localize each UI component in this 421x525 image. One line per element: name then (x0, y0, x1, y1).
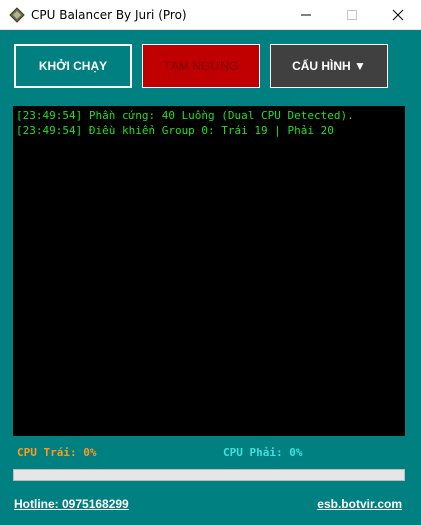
maximize-icon (347, 10, 357, 20)
minimize-button[interactable] (283, 0, 329, 30)
log-line: [23:49:54] Điều khiển Group 0: Trái 19 |… (16, 124, 334, 137)
window-title: CPU Balancer By Juri (Pro) (31, 8, 187, 22)
log-line: [23:49:54] Phần cứng: 40 Luồng (Dual CPU… (16, 109, 354, 122)
cpu-right-status: CPU Phải: 0% (223, 446, 303, 459)
hotline-link[interactable]: Hotline: 0975168299 (14, 497, 129, 511)
start-button[interactable]: KHỞI CHẠY (14, 44, 132, 88)
title-bar[interactable]: CPU Balancer By Juri (Pro) (0, 0, 421, 30)
app-icon (9, 7, 25, 23)
website-link[interactable]: esb.botvir.com (317, 497, 402, 511)
cpu-progress-bar (13, 469, 405, 481)
minimize-icon (301, 14, 311, 16)
maximize-button[interactable] (329, 0, 375, 30)
cpu-left-status: CPU Trái: 0% (17, 446, 97, 459)
config-dropdown-button[interactable]: CẤU HÌNH ▼ (270, 44, 388, 88)
pause-button[interactable]: TẠM NGƯNG (142, 44, 260, 88)
main-panel: KHỞI CHẠY TẠM NGƯNG CẤU HÌNH ▼ [23:49:54… (0, 30, 421, 525)
close-icon (392, 9, 404, 21)
close-button[interactable] (375, 0, 421, 30)
log-console[interactable]: [23:49:54] Phần cứng: 40 Luồng (Dual CPU… (13, 106, 405, 436)
